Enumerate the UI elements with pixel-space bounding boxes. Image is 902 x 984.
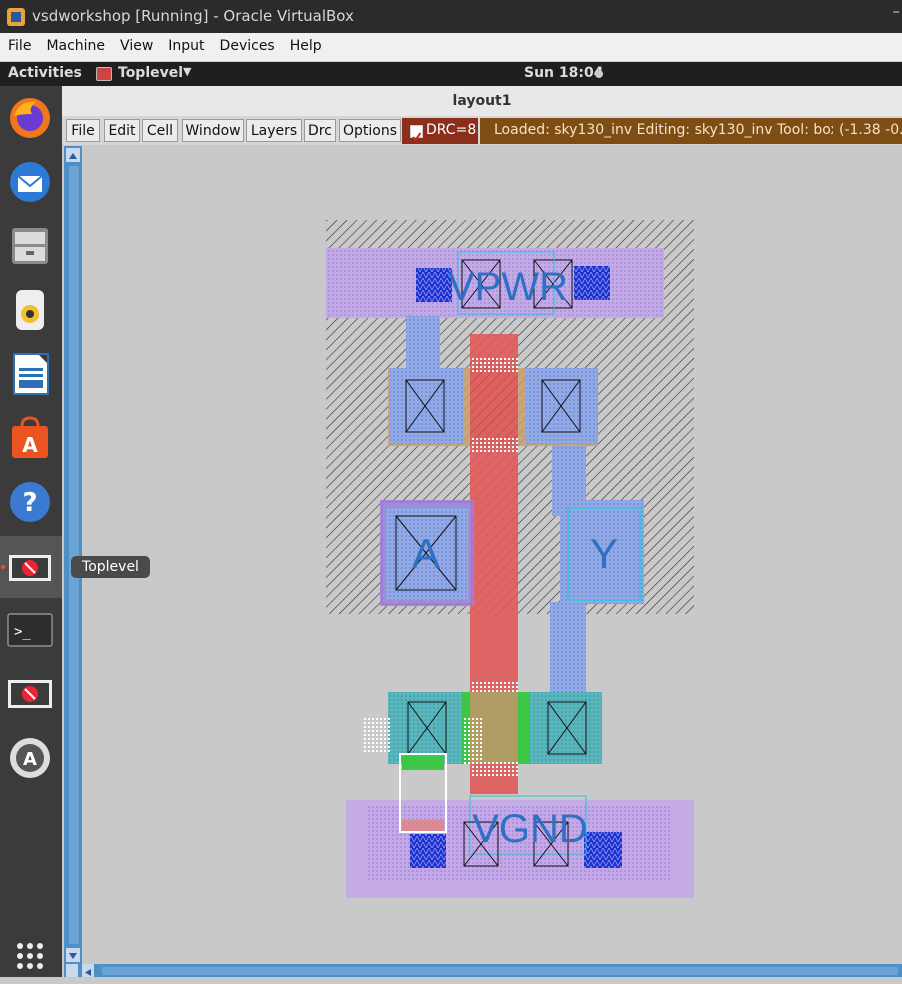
virtualbox-title-bar: vsdworkshop [Running] - Oracle VirtualBo… xyxy=(0,0,902,33)
horizontal-scrollbar[interactable] xyxy=(64,964,902,977)
gnome-top-bar: Activities Toplevel ▼ Sun 18:04 xyxy=(0,62,902,86)
notification-dot-icon xyxy=(595,70,603,78)
app-menu-icon xyxy=(96,67,112,81)
menu-layers[interactable]: Layers xyxy=(246,119,302,142)
menu-edit[interactable]: Edit xyxy=(104,119,140,142)
window-title: vsdworkshop [Running] - Oracle VirtualBo… xyxy=(32,7,354,25)
svg-text:A: A xyxy=(23,749,37,770)
pmos-gate-marker-top xyxy=(470,358,518,372)
virtualbox-menu-bar: File Machine View Input Devices Help xyxy=(0,33,902,62)
menu-cell[interactable]: Cell xyxy=(142,119,178,142)
menu-machine[interactable]: Machine xyxy=(38,33,112,54)
svg-text:A: A xyxy=(22,433,38,457)
rhythmbox-icon[interactable] xyxy=(6,286,54,334)
scroll-up-icon[interactable] xyxy=(66,148,80,162)
scroll-left-icon[interactable] xyxy=(82,964,94,977)
drc-count: DRC=8 xyxy=(426,122,477,138)
drc-error-marker-center xyxy=(462,718,484,764)
vertical-scroll-thumb[interactable] xyxy=(69,166,79,944)
menu-window[interactable]: Window xyxy=(182,119,244,142)
scroll-down-icon[interactable] xyxy=(66,948,80,962)
layout-canvas[interactable]: VPWR A Y VGND xyxy=(84,146,902,964)
dock: A ? >_ A xyxy=(0,86,62,977)
chevron-down-icon: ▼ xyxy=(183,65,192,78)
drc-error-marker-left xyxy=(364,718,390,754)
output-locali-strap-lower xyxy=(550,602,586,692)
output-pin-label: Y xyxy=(590,530,618,577)
magic-toolbar: File Edit Cell Window Layers Drc Options… xyxy=(62,116,902,145)
help-icon[interactable]: ? xyxy=(6,478,54,526)
menu-drc[interactable]: Drc xyxy=(304,119,336,142)
vgnd-poly-stub xyxy=(402,820,444,832)
menu-file[interactable]: File xyxy=(0,33,38,54)
menu-file[interactable]: File xyxy=(66,119,100,142)
menu-view[interactable]: View xyxy=(112,33,160,54)
vpwr-via-left xyxy=(416,268,452,302)
virtualbox-icon xyxy=(7,8,25,26)
zoom-box-icon[interactable] xyxy=(66,964,78,977)
vpwr-label: VPWR xyxy=(448,265,568,309)
app-menu[interactable]: Toplevel xyxy=(118,65,183,81)
nmos-gate-marker-top xyxy=(470,680,518,694)
status-bar: Loaded: sky130_inv Editing: sky130_inv T… xyxy=(480,118,902,144)
nmos-implant-right xyxy=(518,692,530,764)
svg-text:>_: >_ xyxy=(14,624,31,640)
vgnd-label: VGND xyxy=(472,807,588,851)
clock[interactable]: Sun 18:04 xyxy=(524,65,603,81)
firefox-icon[interactable] xyxy=(6,94,54,142)
writer-icon[interactable] xyxy=(6,350,54,398)
layout-window-title: layout1 xyxy=(62,86,902,116)
drc-indicator[interactable]: DRC=8 xyxy=(402,118,478,144)
show-apps-icon[interactable] xyxy=(6,932,54,980)
vgnd-via-right xyxy=(584,832,622,868)
thunderbird-icon[interactable] xyxy=(6,158,54,206)
vgnd-via-left xyxy=(410,834,446,868)
magic-icon[interactable] xyxy=(6,670,54,718)
pmos-drain-locali xyxy=(526,368,598,444)
pmos-gate-marker-bottom xyxy=(470,438,518,452)
cursor-coordinates: (-1.38 -0.4 xyxy=(833,118,902,143)
magic-toplevel-icon[interactable] xyxy=(0,536,62,598)
menu-devices[interactable]: Devices xyxy=(212,33,282,54)
input-pin-label: A xyxy=(412,530,440,577)
drc-checkbox[interactable] xyxy=(410,125,423,142)
vertical-scrollbar[interactable] xyxy=(64,146,82,964)
minimize-icon[interactable]: – xyxy=(893,2,901,20)
vpwr-via-right xyxy=(574,266,610,300)
nmos-gate-marker-bottom xyxy=(470,762,518,778)
pmos-source-locali xyxy=(390,368,464,444)
menu-input[interactable]: Input xyxy=(160,33,211,54)
vpwr-locali-strap xyxy=(406,316,440,372)
menu-options[interactable]: Options xyxy=(339,119,401,142)
status-text: Loaded: sky130_inv Editing: sky130_inv T… xyxy=(494,122,839,138)
terminal-icon[interactable]: >_ xyxy=(6,606,54,654)
horizontal-scroll-thumb[interactable] xyxy=(102,967,898,975)
activities-button[interactable]: Activities xyxy=(8,65,82,81)
software-center-icon[interactable]: A xyxy=(6,414,54,462)
software-updater-icon[interactable]: A xyxy=(6,734,54,782)
dock-tooltip: Toplevel xyxy=(71,556,150,578)
svg-text:?: ? xyxy=(22,488,37,518)
nmos-source-implant xyxy=(402,756,444,770)
menu-help[interactable]: Help xyxy=(282,33,329,54)
files-icon[interactable] xyxy=(6,222,54,270)
